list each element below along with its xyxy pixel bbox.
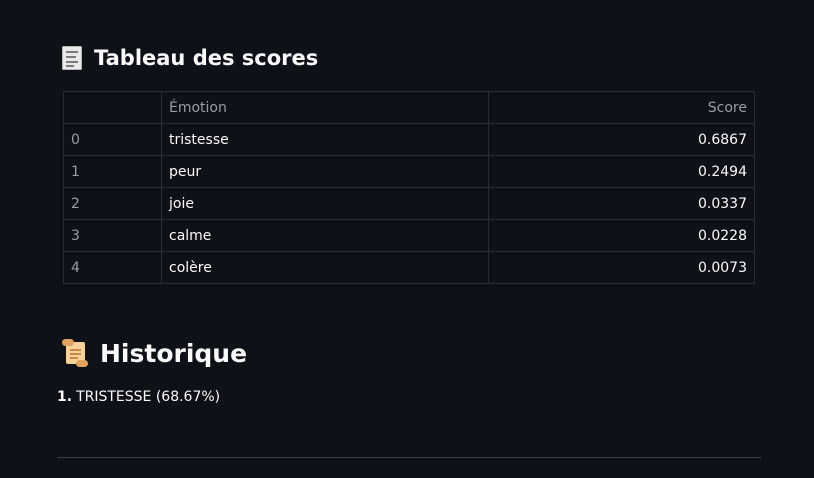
row-score: 0.0228 bbox=[488, 219, 755, 252]
row-emotion: calme bbox=[161, 219, 489, 252]
row-emotion: joie bbox=[161, 187, 489, 220]
history-item-text: TRISTESSE (68.67%) bbox=[76, 389, 221, 405]
row-index: 2 bbox=[63, 187, 162, 220]
row-index: 0 bbox=[63, 123, 162, 156]
table-row[interactable]: 4 colère 0.0073 bbox=[63, 251, 755, 284]
table-header-row: Émotion Score bbox=[63, 91, 755, 124]
row-score: 0.0073 bbox=[488, 251, 755, 284]
divider bbox=[57, 457, 761, 458]
table-row[interactable]: 2 joie 0.0337 bbox=[63, 187, 755, 220]
row-score: 0.6867 bbox=[488, 123, 755, 156]
list-item: 1. TRISTESSE (68.67%) bbox=[57, 388, 220, 406]
scores-title: Tableau des scores bbox=[94, 46, 319, 70]
column-header-score[interactable]: Score bbox=[488, 91, 755, 124]
row-index: 4 bbox=[63, 251, 162, 284]
scores-table: Émotion Score 0 tristesse 0.6867 1 peur … bbox=[63, 91, 755, 284]
history-heading: Historique bbox=[62, 335, 247, 371]
row-index: 1 bbox=[63, 155, 162, 188]
column-header-emotion[interactable]: Émotion bbox=[161, 91, 489, 124]
history-list: 1. TRISTESSE (68.67%) bbox=[57, 388, 220, 406]
column-header-index[interactable] bbox=[63, 91, 162, 124]
row-score: 0.2494 bbox=[488, 155, 755, 188]
row-emotion: tristesse bbox=[161, 123, 489, 156]
row-emotion: colère bbox=[161, 251, 489, 284]
row-emotion: peur bbox=[161, 155, 489, 188]
table-row[interactable]: 0 tristesse 0.6867 bbox=[63, 123, 755, 156]
history-title: Historique bbox=[100, 338, 248, 368]
row-index: 3 bbox=[63, 219, 162, 252]
scroll-icon bbox=[62, 339, 88, 367]
page: Tableau des scores Émotion Score 0 trist… bbox=[0, 0, 814, 478]
scores-heading: Tableau des scores bbox=[62, 42, 318, 74]
receipt-icon bbox=[62, 46, 82, 70]
table-row[interactable]: 1 peur 0.2494 bbox=[63, 155, 755, 188]
table-row[interactable]: 3 calme 0.0228 bbox=[63, 219, 755, 252]
history-item-number: 1. bbox=[57, 389, 73, 405]
row-score: 0.0337 bbox=[488, 187, 755, 220]
